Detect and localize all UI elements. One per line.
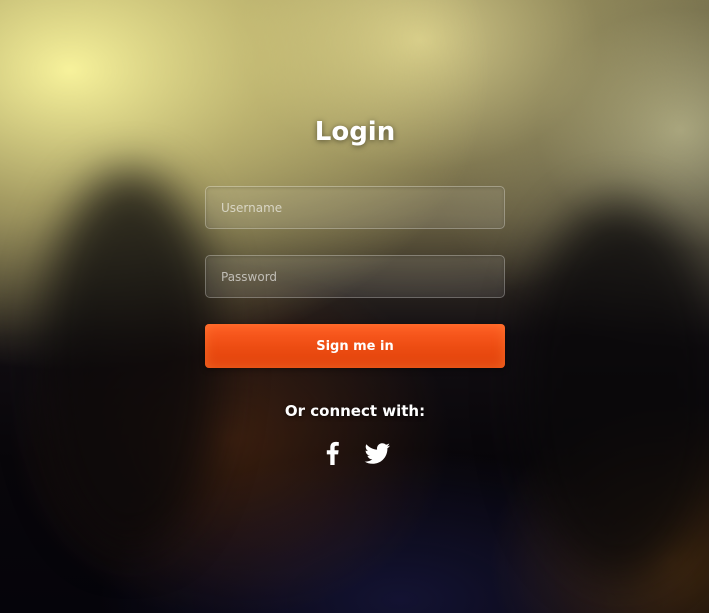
password-input[interactable] <box>205 255 505 298</box>
page-title: Login <box>314 117 396 147</box>
background-figure-right <box>520 200 709 580</box>
connect-label: Or connect with: <box>284 402 426 420</box>
facebook-icon[interactable] <box>318 438 348 468</box>
login-form: Login Sign me in Or connect with: <box>205 110 505 465</box>
background-figure-left <box>40 170 220 550</box>
social-links <box>205 438 505 468</box>
username-input[interactable] <box>205 186 505 229</box>
sign-in-button[interactable]: Sign me in <box>205 324 505 368</box>
twitter-icon[interactable] <box>362 438 392 468</box>
